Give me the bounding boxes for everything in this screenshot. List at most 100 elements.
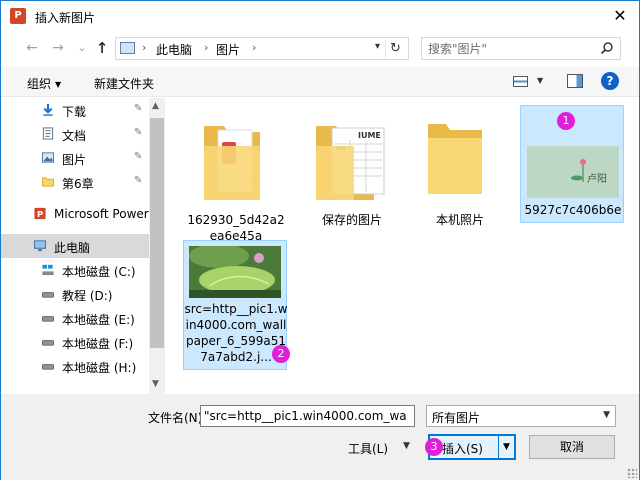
image-file-item[interactable]: src=http__pic1.win4000.com_wallpaper_6_5… [183,240,290,370]
lotus-thumbnail-image: 卢阳 [527,146,619,198]
nav-item-drive-e[interactable]: 本地磁盘 (E:) [1,306,151,330]
breadcrumb-separator: › [142,41,147,54]
file-name: 保存的图片 [321,213,382,227]
nav-item-documents[interactable]: 文档 ✎ [1,122,151,146]
filename-label: 文件名(N): [148,411,207,425]
navigation-pane: 下载 ✎ 文档 ✎ 图片 ✎ 第6章 ✎ P Microsoft Power 此… [1,98,165,394]
nav-item-chapter6[interactable]: 第6章 ✎ [1,170,151,194]
pictures-icon [41,152,55,163]
organize-menu[interactable]: 组织 ▼ [27,75,61,92]
nav-item-this-pc[interactable]: 此电脑 [1,234,151,258]
file-type-select[interactable]: 所有图片 ▼ [426,405,616,427]
powerpoint-app-icon: P [10,8,26,24]
up-button[interactable]: ↑ [93,39,111,57]
nav-item-downloads[interactable]: 下载 ✎ [1,98,151,122]
drive-icon [41,316,55,322]
folder-icon [41,177,55,187]
file-list: PDF 162930_5d42a2ea6e45a IUME 保存的图片 [166,98,639,394]
caret-down-icon: ▼ [55,80,62,89]
drive-icon [41,340,55,346]
dialog-footer: 文件名(N): 所有图片 ▼ 工具(L) ▼ 插入(S) ▼ 3 取消 [1,394,639,480]
refresh-button[interactable]: ↻ [385,39,405,58]
image-file-item[interactable]: 1 卢阳 5927c7c406b6e [520,105,624,223]
windows-drive-icon [42,264,54,276]
this-pc-icon [33,240,47,252]
nav-item-label: 本地磁盘 (H:) [62,361,137,375]
scroll-down-icon[interactable]: ▼ [152,379,159,389]
nav-item-label: 本地磁盘 (E:) [62,313,135,327]
search-input[interactable] [428,40,588,57]
nav-item-microsoft-powerpoint[interactable]: P Microsoft Power [1,202,151,226]
help-icon[interactable]: ? [601,72,619,90]
scroll-up-icon[interactable]: ▲ [152,101,159,111]
recent-locations-button[interactable]: ⌄ [73,39,91,57]
nav-item-label: 本地磁盘 (C:) [62,265,136,279]
file-name: 5927c7c406b6e [524,203,622,217]
pin-icon: ✎ [134,175,143,186]
nav-item-label: Microsoft Power [54,207,149,221]
preview-pane-icon[interactable] [567,74,583,88]
resize-grip[interactable] [627,468,637,478]
nav-item-label: 下载 [62,105,87,119]
nav-item-drive-f[interactable]: 本地磁盘 (F:) [1,330,151,354]
powerpoint-icon: P [34,207,46,220]
nav-item-label: 教程 (D:) [62,289,113,303]
file-name: 本机照片 [435,213,484,227]
change-view-icon[interactable] [513,76,528,87]
filename-input[interactable] [204,408,411,424]
step-badge: 3 [425,438,443,456]
command-toolbar: 组织 ▼ 新建文件夹 ▼ ? [1,67,639,97]
download-arrow-icon [43,103,53,116]
forward-button[interactable]: → [49,39,67,57]
scrollbar-thumb[interactable] [150,118,164,348]
nav-item-label: 第6章 [62,177,94,191]
navigation-row: ← → ⌄ ↑ › 此电脑 › 图片 › ▾ ↻ [1,31,639,65]
breadcrumb-separator: › [204,41,209,54]
folder-with-sheet-icon: IUME [316,126,385,200]
view-options-caret-icon[interactable]: ▼ [537,76,543,85]
filename-field[interactable] [200,405,415,427]
nav-item-label: 文档 [62,129,87,143]
tools-caret-icon[interactable]: ▼ [403,441,410,451]
folder-icon [428,124,482,194]
insert-picture-dialog: P 插入新图片 ✕ ← → ⌄ ↑ › 此电脑 › 图片 › ▾ ↻ 搜索"图片… [0,0,640,480]
nav-item-drive-h[interactable]: 本地磁盘 (H:) [1,354,151,378]
chevron-down-icon: ▼ [603,410,610,420]
back-button[interactable]: ← [23,39,41,57]
folder-item[interactable]: 本机照片 [408,106,512,240]
drive-icon [41,292,55,298]
search-box[interactable] [421,37,621,60]
drive-icon [41,364,55,370]
address-dropdown-icon[interactable]: ▾ [375,41,380,52]
close-button[interactable]: ✕ [607,3,633,29]
svg-text:IUME: IUME [358,131,381,140]
pin-icon: ✎ [134,103,143,114]
leaf-thumbnail-image [189,246,281,298]
new-folder-button[interactable]: 新建文件夹 [94,75,154,92]
svg-text:卢阳: 卢阳 [587,172,607,185]
step-badge: 2 [272,345,290,363]
breadcrumb-this-pc[interactable]: 此电脑 [156,41,192,58]
nav-item-pictures[interactable]: 图片 ✎ [1,146,151,170]
tools-menu-button[interactable]: 工具(L) [348,440,388,457]
title-bar: P 插入新图片 ✕ [1,1,639,31]
breadcrumb-pictures[interactable]: 图片 [216,41,240,58]
insert-options-caret-icon[interactable]: ▼ [498,436,514,458]
dialog-title: 插入新图片 [35,11,96,25]
svg-text:P: P [37,209,43,219]
cancel-button[interactable]: 取消 [529,435,615,459]
navpane-scrollbar[interactable]: ▲ ▼ [149,98,165,394]
pin-icon: ✎ [134,127,143,138]
nav-item-drive-d[interactable]: 教程 (D:) [1,282,151,306]
search-icon[interactable] [600,41,614,55]
nav-item-drive-c[interactable]: 本地磁盘 (C:) [1,258,151,282]
pin-icon: ✎ [134,151,143,162]
folder-item[interactable]: PDF 162930_5d42a2ea6e45a [184,106,288,243]
this-pc-icon [120,42,135,54]
folder-item[interactable]: IUME 保存的图片 [300,106,404,240]
nav-item-label: 图片 [62,153,87,167]
step-badge: 1 [557,112,575,130]
nav-item-label: 此电脑 [54,241,91,255]
document-icon [42,127,54,140]
address-bar[interactable]: › 此电脑 › 图片 › ▾ ↻ [115,37,409,60]
